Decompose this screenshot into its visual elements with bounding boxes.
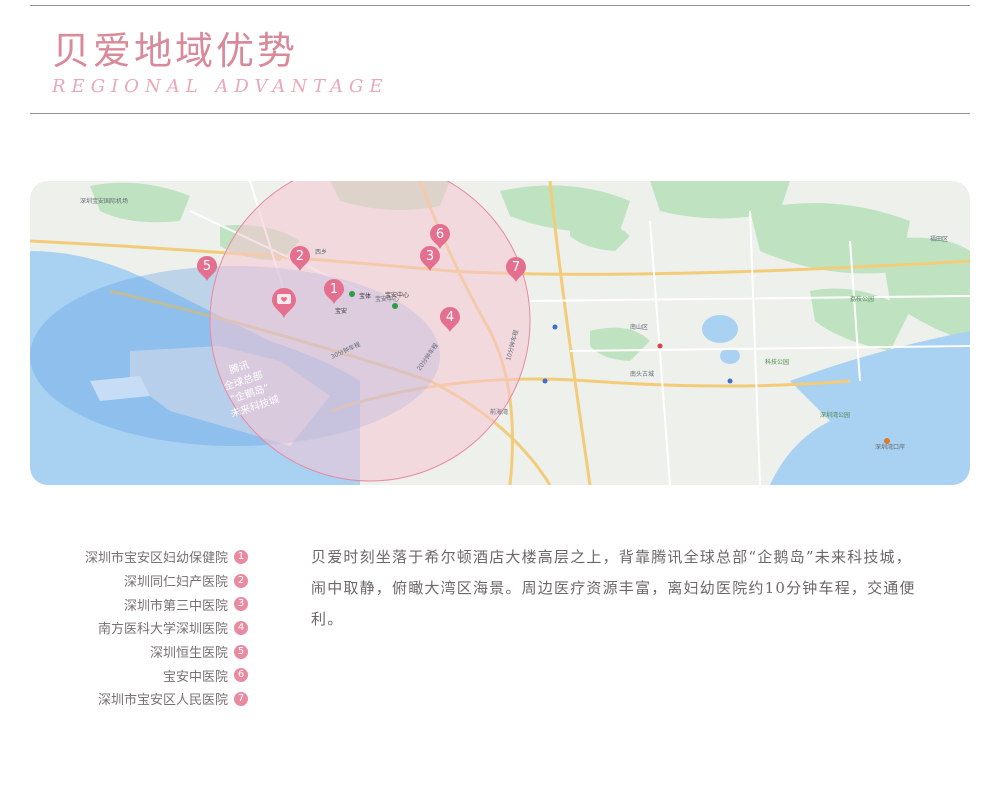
map-lake	[720, 348, 740, 364]
place-label: 福田区	[930, 235, 948, 243]
place-label: 南头古城	[630, 370, 654, 378]
place-label: 深圳湾口岸	[875, 443, 905, 451]
poi-dot	[552, 324, 558, 330]
legend-number-badge: 4	[234, 620, 248, 635]
legend-item-2[interactable]: 深圳同仁妇产医院 2	[58, 569, 248, 593]
pin-number: 4	[446, 310, 454, 325]
legend-item-5[interactable]: 深圳恒生医院 5	[58, 640, 248, 664]
legend-label: 南方医科大学深圳医院	[97, 622, 228, 638]
legend-number-badge: 5	[234, 644, 248, 659]
legend-label: 深圳市第三中医院	[123, 598, 228, 614]
bottom-divider	[30, 113, 970, 114]
poi-label: 宝体	[359, 292, 371, 300]
top-divider	[30, 5, 970, 6]
legend-number-badge: 3	[234, 597, 248, 612]
legend-label: 宝安中医院	[162, 669, 228, 685]
pin-number: 2	[296, 249, 304, 264]
hospital-legend: 深圳市宝安区妇幼保健院 1 深圳同仁妇产医院 2 深圳市第三中医院 3 南方医科…	[58, 545, 248, 711]
legend-item-4[interactable]: 南方医科大学深圳医院 4	[58, 616, 248, 640]
place-label: 南山区	[630, 323, 648, 331]
place-label: 深圳宝安国际机场	[80, 197, 128, 205]
location-description: 贝爱时刻坐落于希尔顿酒店大楼高层之上，背靠腾讯全球总部“企鹅岛”未来科技城，闹中…	[311, 548, 916, 628]
map-lake	[702, 315, 738, 343]
legend-label: 深圳市宝安区人民医院	[97, 693, 228, 709]
poi-dot	[884, 438, 890, 444]
pin-number: 1	[330, 282, 338, 297]
legend-number-badge: 1	[234, 549, 248, 564]
legend-label: 深圳恒生医院	[149, 646, 228, 662]
page-subtitle: REGIONAL ADVANTAGE	[52, 76, 389, 97]
location-map[interactable]: 30分钟车程 20分钟车程 10分钟车程 腾讯 全球总部 “企鹅岛” 未来科技城…	[30, 181, 970, 485]
legend-item-3[interactable]: 深圳市第三中医院 3	[58, 592, 248, 616]
legend-number-badge: 6	[234, 668, 248, 683]
legend-label: 深圳市宝安区妇幼保健院	[84, 551, 228, 567]
page-title: 贝爱地域优势	[52, 29, 299, 73]
legend-item-7[interactable]: 深圳市宝安区人民医院 7	[58, 687, 248, 711]
poi-dot	[657, 343, 663, 349]
poi-dot	[349, 291, 355, 297]
poi-label: 宝安	[335, 307, 347, 315]
poi-dot	[542, 378, 548, 384]
place-label: 前海湾	[490, 408, 508, 416]
place-label: 深圳湾公园	[820, 411, 850, 419]
pin-number: 5	[203, 259, 211, 274]
pin-number: 7	[512, 260, 520, 275]
legend-number-badge: 2	[234, 573, 248, 588]
place-label: 荔枝公园	[850, 295, 874, 303]
legend-item-6[interactable]: 宝安中医院 6	[58, 663, 248, 687]
place-label: 西乡	[315, 249, 327, 256]
poi-dot	[392, 303, 398, 309]
legend-item-1[interactable]: 深圳市宝安区妇幼保健院 1	[58, 545, 248, 569]
legend-label: 深圳同仁妇产医院	[123, 575, 228, 591]
legend-number-badge: 7	[234, 691, 248, 706]
pin-number: 6	[436, 227, 444, 242]
poi-dot	[727, 378, 733, 384]
poi-label: 宝安中心	[385, 291, 409, 299]
pin-number: 3	[426, 249, 434, 264]
place-label: 科技公园	[765, 358, 789, 366]
